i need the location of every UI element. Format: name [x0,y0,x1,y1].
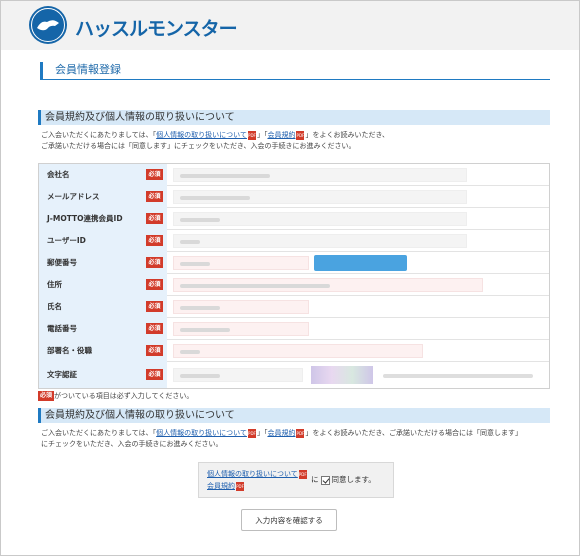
captcha-note [383,374,533,378]
field-label: 文字認証 [47,370,77,379]
required-badge: 必須 [146,257,163,268]
form-row-company: 会社名 必須 [39,164,549,186]
required-badge: 必須 [146,169,163,180]
address-input[interactable] [173,278,483,292]
field-label: メールアドレス [47,192,100,201]
intro-text: ご入会いただくにあたりましては、「 [41,429,157,437]
company-input[interactable] [173,168,467,182]
terms-section-header-2: 会員規約及び個人情報の取り扱いについて [38,408,550,423]
required-badge: 必須 [146,213,163,224]
required-badge: 必須 [146,279,163,290]
intro-text: ご承諾いただける場合には「同意します」にチェックをいただき、入会の手続きにお進み… [41,142,356,150]
phone-input[interactable] [173,322,309,336]
agree-label[interactable]: 同意します。 [332,474,376,486]
agree-control: に 同意します。 [311,474,376,486]
form-row-department: 部署名・役職 必須 [39,340,549,362]
required-note-text: がついている項目は必ず入力してください。 [54,392,194,400]
label-cell: 氏名 必須 [39,296,167,318]
form-row-address: 住所 必須 [39,274,549,296]
field-label: 会社名 [47,170,70,179]
pdf-icon: PDF [298,469,307,479]
consent-links: 個人情報の取り扱いについてPDF 会員規約PDF [207,468,308,492]
consent-box: 個人情報の取り扱いについてPDF 会員規約PDF に 同意します。 [198,462,394,498]
form-row-captcha: 文字認証 必須 [39,362,549,388]
intro-text: にチェックをいただき、入会の手続きにお進みください。 [41,440,223,448]
confirm-input-button[interactable]: 入力内容を確認する [241,509,337,531]
required-badge: 必須 [146,345,163,356]
member-terms-link[interactable]: 会員規約 [267,429,295,437]
page-title: 会員情報登録 [55,63,121,76]
agree-checkbox[interactable] [320,475,330,485]
jmotto-id-input[interactable] [173,212,467,226]
consent-ni: に [311,475,319,484]
required-badge: 必須 [38,391,54,401]
form-row-phone: 電話番号 必須 [39,318,549,340]
captcha-image [311,366,373,384]
required-badge: 必須 [146,369,163,380]
user-id-input[interactable] [173,234,467,248]
hustle-monster-badge-icon[interactable] [29,6,67,44]
label-cell: メールアドレス 必須 [39,186,167,208]
pdf-icon: PDF [247,428,256,438]
field-label: 氏名 [47,302,62,311]
email-input[interactable] [173,190,467,204]
label-cell: 電話番号 必須 [39,318,167,340]
required-badge: 必須 [146,301,163,312]
page-title-bar: 会員情報登録 [40,62,550,80]
label-cell: ユーザーID 必須 [39,230,167,252]
required-note: 必須 がついている項目は必ず入力してください。 [38,391,193,402]
field-label: 部署名・役職 [47,346,92,355]
field-label: 電話番号 [47,324,77,333]
member-terms-link[interactable]: 会員規約PDF [207,480,308,492]
field-label: J-MOTTO連携会員ID [47,214,123,223]
registration-form: 会社名 必須 メールアドレス 必須 J-MOTTO連携会員ID 必須 ユーザーI… [38,163,550,389]
form-row-name: 氏名 必須 [39,296,549,318]
required-badge: 必須 [146,191,163,202]
label-cell: 部署名・役職 必須 [39,340,167,362]
label-cell: 郵便番号 必須 [39,252,167,274]
intro-text: 」「 [256,131,268,139]
field-label: 郵便番号 [47,258,77,267]
pdf-icon: PDF [247,130,256,140]
department-input[interactable] [173,344,423,358]
form-row-email: メールアドレス 必須 [39,186,549,208]
terms-section-header: 会員規約及び個人情報の取り扱いについて [38,110,550,125]
badge-ring [31,8,65,42]
label-cell: J-MOTTO連携会員ID 必須 [39,208,167,230]
label-cell: 文字認証 必須 [39,362,167,388]
site-header: ハッスルモンスター [1,1,579,50]
pdf-icon: PDF [236,481,244,491]
privacy-policy-link[interactable]: 個人情報の取り扱いについてPDF [207,468,308,480]
terms-intro-text-2: ご入会いただくにあたりましては、「個人情報の取り扱いについてPDF」「会員規約P… [41,428,547,450]
required-badge: 必須 [146,235,163,246]
required-badge: 必須 [146,323,163,334]
address-lookup-button[interactable] [314,255,407,271]
privacy-policy-link[interactable]: 個人情報の取り扱いについて [156,429,247,437]
intro-text: 」をよくお読みいただき、ご承諾いただける場合には「同意します」 [305,429,522,437]
label-cell: 住所 必須 [39,274,167,296]
form-row-zip: 郵便番号 必須 [39,252,549,274]
captcha-input[interactable] [173,368,303,382]
member-terms-link[interactable]: 会員規約 [267,131,295,139]
name-input[interactable] [173,300,309,314]
field-label: 住所 [47,280,62,289]
form-row-jmotto-id: J-MOTTO連携会員ID 必須 [39,208,549,230]
zip-input[interactable] [173,256,309,270]
terms-intro-text: ご入会いただくにあたりましては、「個人情報の取り扱いについてPDF」「会員規約P… [41,130,547,152]
form-row-user-id: ユーザーID 必須 [39,230,549,252]
site-logo-text[interactable]: ハッスルモンスター [75,14,238,41]
intro-text: 」「 [256,429,268,437]
privacy-policy-link[interactable]: 個人情報の取り扱いについて [156,131,247,139]
label-cell: 会社名 必須 [39,164,167,186]
pdf-icon: PDF [296,130,305,140]
intro-text: ご入会いただくにあたりましては、「 [41,131,157,139]
pdf-icon: PDF [296,428,305,438]
intro-text: 」をよくお読みいただき、 [305,131,389,139]
field-label: ユーザーID [47,236,86,245]
